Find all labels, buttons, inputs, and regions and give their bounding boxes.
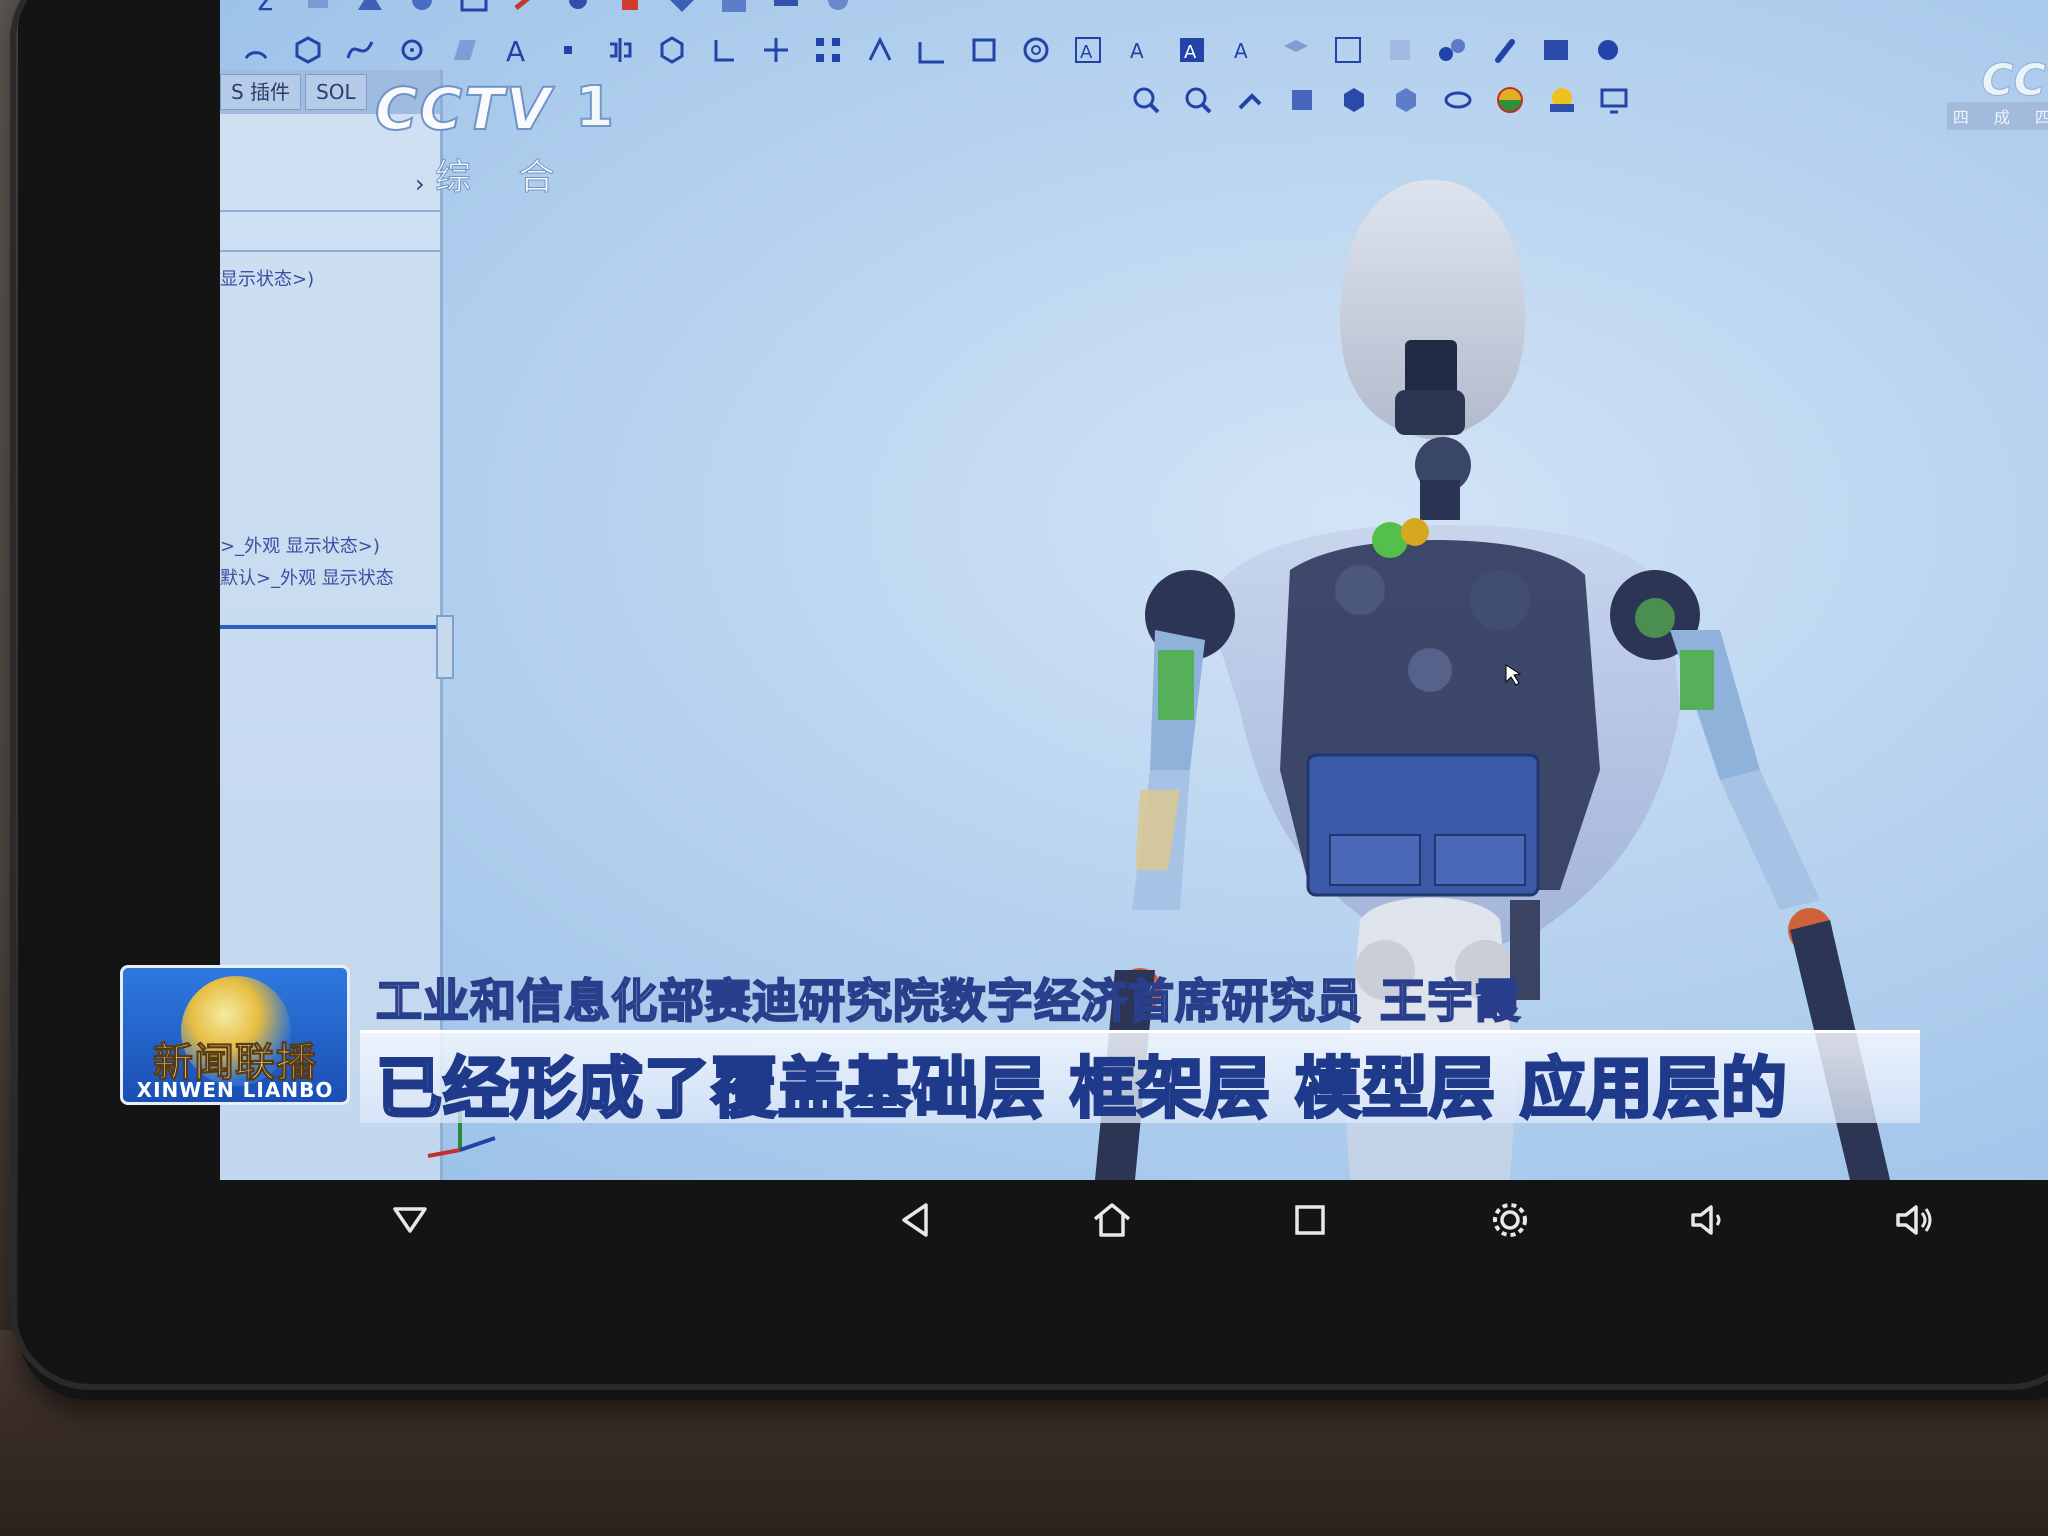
options-icon[interactable] (1591, 33, 1625, 67)
xinwen-lianbo-logo: 新闻联播 XINWEN LIANBO (120, 965, 350, 1105)
tool-icon[interactable] (301, 0, 335, 17)
mirror-icon[interactable] (603, 33, 637, 67)
speaker-title: 工业和信息化部赛迪研究院数字经济首席研究员 王宇霞 (375, 973, 1522, 1029)
tool-icon[interactable] (665, 0, 699, 17)
android-nav-bar (150, 1180, 2048, 1290)
program-pinyin: XINWEN LIANBO (136, 1078, 334, 1102)
home-icon (1093, 1203, 1131, 1237)
tool-icon[interactable] (353, 0, 387, 17)
chevron-right-icon[interactable]: › (415, 170, 425, 198)
tool-icon[interactable] (561, 0, 595, 17)
dimension-icon[interactable] (915, 33, 949, 67)
point-icon[interactable] (395, 33, 429, 67)
tree-item[interactable]: 显示状态>) (220, 265, 314, 291)
cosmetic-icon[interactable] (1383, 33, 1417, 67)
offset-icon[interactable] (707, 33, 741, 67)
plane-icon[interactable] (447, 33, 481, 67)
arc-icon[interactable] (239, 33, 273, 67)
svg-text:A: A (1080, 42, 1093, 63)
balloon-icon[interactable]: A (1123, 33, 1157, 67)
back-triangle-icon (902, 1203, 928, 1237)
gear-icon (1493, 1203, 1527, 1237)
settings-button[interactable] (1480, 1190, 1540, 1250)
panel-tab[interactable]: SOL (305, 74, 367, 110)
move-icon[interactable] (759, 33, 793, 67)
box-icon[interactable] (655, 33, 689, 67)
home-button[interactable] (1082, 1190, 1142, 1250)
svg-text:A: A (1234, 39, 1248, 63)
text-icon[interactable]: A (499, 33, 533, 67)
pattern-icon[interactable] (811, 33, 845, 67)
svg-text:A: A (506, 35, 525, 66)
cctv-logo: CCTV (374, 74, 553, 144)
volume-down-button[interactable] (1680, 1190, 1740, 1250)
tool-icon[interactable] (405, 0, 439, 17)
block-icon[interactable] (1331, 33, 1365, 67)
divider (220, 210, 440, 212)
cad-toolbar-sketch: A A A A A (230, 25, 2048, 75)
tool-icon[interactable] (457, 0, 491, 17)
back-button[interactable] (887, 1190, 947, 1250)
hide-nav-button[interactable] (380, 1190, 440, 1250)
svg-text:A: A (1130, 39, 1144, 63)
channel-number: 1 (574, 74, 615, 141)
tree-item[interactable]: 默认>_外观 显示状态 (220, 564, 394, 590)
channel-name: 综 合 (434, 157, 573, 199)
svg-text:Σ: Σ (256, 0, 274, 16)
layer-icon[interactable] (1279, 33, 1313, 67)
assembly-icon[interactable] (1435, 33, 1469, 67)
recents-button[interactable] (1280, 1190, 1340, 1250)
clip-icon[interactable] (1487, 33, 1521, 67)
polygon-icon[interactable] (291, 33, 325, 67)
svg-text:A: A (1184, 42, 1197, 63)
divider (220, 250, 440, 252)
square-point-icon[interactable] (551, 33, 585, 67)
tree-item[interactable]: >_外观 显示状态>) (220, 532, 380, 558)
panel-splitter-handle[interactable] (436, 615, 454, 679)
rebuild-icon[interactable] (967, 33, 1001, 67)
tool-icon[interactable] (509, 0, 543, 17)
relation-icon[interactable] (863, 33, 897, 67)
tool-icon[interactable] (821, 0, 855, 17)
sum-icon[interactable]: Σ (249, 0, 283, 17)
volume-up-button[interactable] (1885, 1190, 1945, 1250)
circle-tool-icon[interactable] (1019, 33, 1053, 67)
tool-icon[interactable] (613, 0, 647, 17)
tool-icon[interactable] (769, 0, 803, 17)
volume-up-icon (1896, 1205, 1932, 1235)
note-icon[interactable]: A (1071, 33, 1105, 67)
tool-icon[interactable] (717, 0, 751, 17)
subtitle-text: 已经形成了覆盖基础层 框架层 模型层 应用层的 (375, 1049, 1789, 1129)
volume-down-icon (1691, 1205, 1721, 1235)
panel-tab[interactable]: S 插件 (220, 74, 302, 110)
annotation-icon[interactable]: A (1227, 33, 1261, 67)
divider (220, 625, 440, 629)
table-icon[interactable]: A (1175, 33, 1209, 67)
triangle-down-icon (393, 1207, 427, 1233)
cad-toolbar-top: Σ (240, 0, 2048, 20)
square-icon (1295, 1205, 1325, 1235)
spline-icon[interactable] (343, 33, 377, 67)
part-icon[interactable] (1539, 33, 1573, 67)
